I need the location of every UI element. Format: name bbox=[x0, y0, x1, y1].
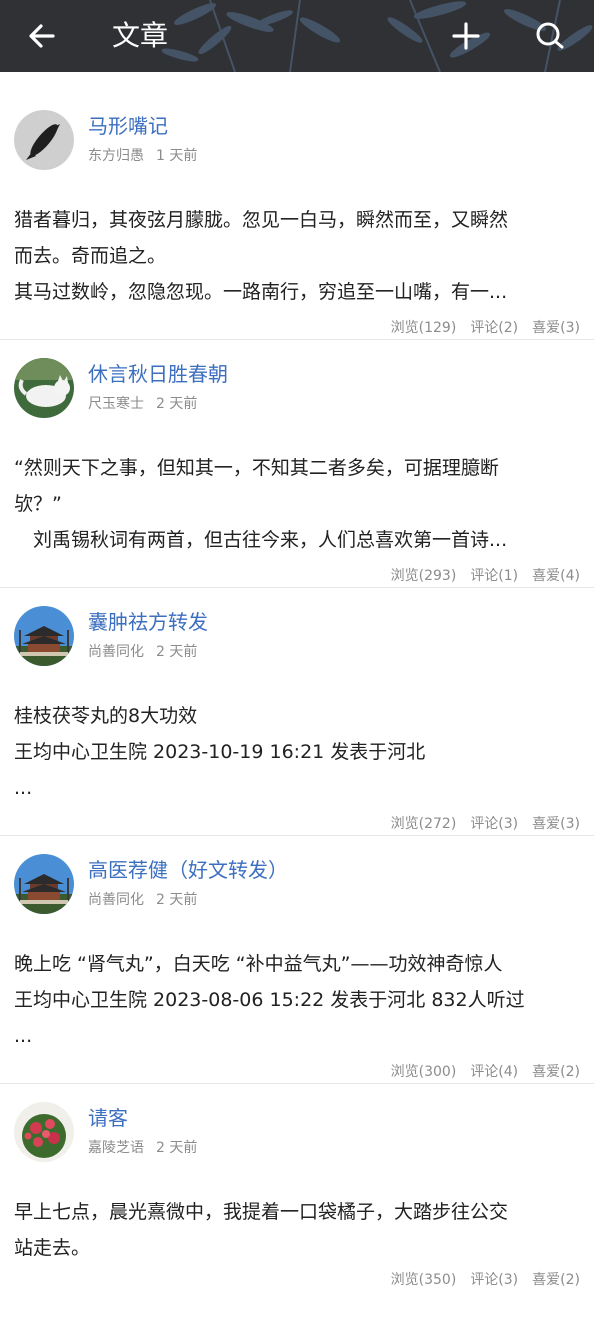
article-meta: 尚善同化 2 天前 bbox=[88, 890, 197, 910]
pagoda-avatar-icon bbox=[14, 606, 74, 666]
excerpt-line: 站走去。 bbox=[14, 1237, 91, 1259]
article-excerpt[interactable]: 桂枝茯苓丸的8大功效 王均中心卫生院 2023-10-19 16:21 发表于河… bbox=[14, 698, 580, 806]
likes-count[interactable]: 喜爱(2) bbox=[532, 1272, 580, 1288]
article-meta: 嘉陵芝语 2 天前 bbox=[88, 1138, 197, 1158]
views-count: 浏览(350) bbox=[390, 1272, 457, 1288]
article-meta: 尚善同化 2 天前 bbox=[88, 642, 197, 662]
comments-count[interactable]: 评论(3) bbox=[470, 1272, 518, 1288]
views-count: 浏览(272) bbox=[390, 816, 457, 832]
bird-avatar-icon bbox=[14, 110, 74, 170]
excerpt-line: 而去。奇而追之。 bbox=[14, 245, 167, 267]
plus-icon[interactable] bbox=[446, 16, 486, 56]
article-list: 马形嘴记 东方归愚 1 天前 猎者暮归，其夜弦月朦胧。忽见一白马，瞬然而至，又瞬然… bbox=[0, 72, 594, 1332]
comments-count[interactable]: 评论(2) bbox=[470, 320, 518, 336]
likes-count[interactable]: 喜爱(3) bbox=[532, 816, 580, 832]
article-title[interactable]: 休言秋日胜春朝 bbox=[88, 360, 228, 388]
likes-count[interactable]: 喜爱(3) bbox=[532, 320, 580, 336]
pagoda-avatar-icon bbox=[14, 854, 74, 914]
excerpt-line: 桂枝茯苓丸的8大功效 bbox=[14, 705, 198, 727]
post-time: 1 天前 bbox=[156, 148, 198, 164]
post-time: 2 天前 bbox=[156, 892, 198, 908]
article-meta: 尺玉寒士 2 天前 bbox=[88, 394, 197, 414]
author-name[interactable]: 尺玉寒士 bbox=[88, 396, 144, 412]
article-excerpt[interactable]: 早上七点，晨光熹微中，我提着一口袋橘子，大踏步往公交 站走去。 bbox=[14, 1194, 580, 1266]
excerpt-line: ... bbox=[14, 1025, 33, 1047]
cat-avatar-icon bbox=[14, 358, 74, 418]
likes-count[interactable]: 喜爱(2) bbox=[532, 1064, 580, 1080]
arrow-left-icon[interactable] bbox=[22, 16, 62, 56]
comments-count[interactable]: 评论(3) bbox=[470, 816, 518, 832]
article-excerpt[interactable]: 猎者暮归，其夜弦月朦胧。忽见一白马，瞬然而至，又瞬然 而去。奇而追之。 其马过数… bbox=[14, 202, 580, 310]
avatar[interactable] bbox=[14, 358, 74, 418]
views-count: 浏览(129) bbox=[390, 320, 457, 336]
article-title[interactable]: 马形嘴记 bbox=[88, 112, 168, 140]
excerpt-line: ... bbox=[14, 777, 33, 799]
excerpt-line: 王均中心卫生院 2023-08-06 15:22 发表于河北 832人听过 bbox=[14, 989, 525, 1011]
article-stats: 浏览(293) 评论(1) 喜爱(4) bbox=[377, 566, 580, 586]
likes-count[interactable]: 喜爱(4) bbox=[532, 568, 580, 584]
article-stats: 浏览(272) 评论(3) 喜爱(3) bbox=[377, 814, 580, 834]
excerpt-line: 欤？” bbox=[14, 493, 62, 515]
bamboo-decoration bbox=[161, 0, 593, 72]
excerpt-line: 其马过数岭，忽隐忽现。一路南行，穷追至一山嘴，有一... bbox=[14, 281, 508, 303]
article-excerpt[interactable]: 晚上吃 “肾气丸”，白天吃 “补中益气丸”——功效神奇惊人 王均中心卫生院 20… bbox=[14, 946, 580, 1054]
post-time: 2 天前 bbox=[156, 1140, 198, 1156]
views-count: 浏览(293) bbox=[390, 568, 457, 584]
excerpt-line: 刘禹锡秋词有两首，但古往今来，人们总喜欢第一首诗... bbox=[14, 529, 508, 551]
article-excerpt[interactable]: “然则天下之事，但知其一，不知其二者多矣，可据理臆断 欤？” 刘禹锡秋词有两首，… bbox=[14, 450, 580, 558]
post-time: 2 天前 bbox=[156, 644, 198, 660]
article-meta: 东方归愚 1 天前 bbox=[88, 146, 197, 166]
avatar[interactable] bbox=[14, 110, 74, 170]
article-stats: 浏览(129) 评论(2) 喜爱(3) bbox=[377, 318, 580, 338]
search-icon[interactable] bbox=[530, 16, 570, 56]
article-card[interactable]: 高医荐健（好文转发） 尚善同化 2 天前 晚上吃 “肾气丸”，白天吃 “补中益气丸… bbox=[0, 836, 594, 1084]
article-card[interactable]: 休言秋日胜春朝 尺玉寒士 2 天前 “然则天下之事，但知其一，不知其二者多矣，可据… bbox=[0, 340, 594, 588]
avatar[interactable] bbox=[14, 606, 74, 666]
article-stats: 浏览(300) 评论(4) 喜爱(2) bbox=[377, 1062, 580, 1082]
article-card[interactable]: 马形嘴记 东方归愚 1 天前 猎者暮归，其夜弦月朦胧。忽见一白马，瞬然而至，又瞬然… bbox=[0, 92, 594, 340]
app-header: 文章 bbox=[0, 0, 594, 72]
excerpt-line: 王均中心卫生院 2023-10-19 16:21 发表于河北 bbox=[14, 741, 426, 763]
excerpt-line: 早上七点，晨光熹微中，我提着一口袋橘子，大踏步往公交 bbox=[14, 1201, 509, 1223]
article-card[interactable]: 囊肿祛方转发 尚善同化 2 天前 桂枝茯苓丸的8大功效 王均中心卫生院 2023-… bbox=[0, 588, 594, 836]
page-title: 文章 bbox=[112, 19, 169, 52]
excerpt-line: “然则天下之事，但知其一，不知其二者多矣，可据理臆断 bbox=[14, 457, 499, 479]
views-count: 浏览(300) bbox=[390, 1064, 457, 1080]
article-title[interactable]: 请客 bbox=[88, 1104, 128, 1132]
list-top-gap bbox=[0, 72, 594, 92]
article-title[interactable]: 囊肿祛方转发 bbox=[88, 608, 208, 636]
comments-count[interactable]: 评论(1) bbox=[470, 568, 518, 584]
author-name[interactable]: 尚善同化 bbox=[88, 892, 144, 908]
comments-count[interactable]: 评论(4) bbox=[470, 1064, 518, 1080]
avatar[interactable] bbox=[14, 854, 74, 914]
avatar[interactable] bbox=[14, 1102, 74, 1162]
flower-avatar-icon bbox=[14, 1102, 74, 1162]
article-stats: 浏览(350) 评论(3) 喜爱(2) bbox=[377, 1270, 580, 1290]
author-name[interactable]: 尚善同化 bbox=[88, 644, 144, 660]
excerpt-line: 晚上吃 “肾气丸”，白天吃 “补中益气丸”——功效神奇惊人 bbox=[14, 953, 503, 975]
excerpt-line: 猎者暮归，其夜弦月朦胧。忽见一白马，瞬然而至，又瞬然 bbox=[14, 209, 509, 231]
article-title[interactable]: 高医荐健（好文转发） bbox=[88, 856, 288, 884]
author-name[interactable]: 嘉陵芝语 bbox=[88, 1140, 144, 1156]
article-card[interactable]: 请客 嘉陵芝语 2 天前 早上七点，晨光熹微中，我提着一口袋橘子，大踏步往公交 站… bbox=[0, 1084, 594, 1332]
author-name[interactable]: 东方归愚 bbox=[88, 148, 144, 164]
post-time: 2 天前 bbox=[156, 396, 198, 412]
